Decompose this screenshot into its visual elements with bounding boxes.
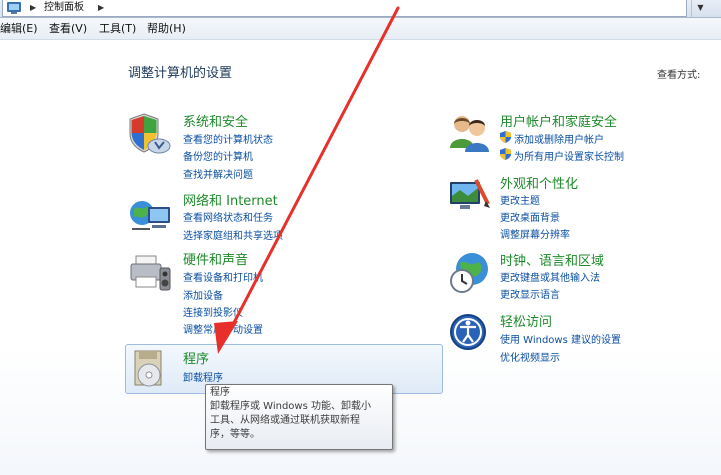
link-mobility-settings[interactable]: 调整常用移动设置 (183, 321, 263, 336)
link-add-device[interactable]: 添加设备 (183, 287, 223, 302)
address-box[interactable]: ▶ 控制面板 ▶ (2, 0, 687, 17)
control-panel-content: 调整计算机的设置 查看方式: 系统和安全 查看您的计算机状态 备份您的计算机 查… (0, 40, 721, 475)
link-windows-recommended-settings[interactable]: 使用 Windows 建议的设置 (500, 331, 621, 346)
printer-icon[interactable] (128, 250, 172, 294)
breadcrumb-control-panel[interactable]: 控制面板 (44, 0, 84, 16)
link-homegroup-sharing[interactable]: 选择家庭组和共享选项 (183, 227, 283, 242)
view-by-label[interactable]: 查看方式: (657, 66, 700, 81)
category-system-security[interactable]: 系统和安全 (183, 111, 248, 130)
link-display-language[interactable]: 更改显示语言 (500, 286, 560, 301)
uac-shield-icon (500, 148, 511, 160)
tooltip-line: 工具、从网络或通过联机获取新程 (210, 415, 360, 426)
address-dropdown-button[interactable]: ▼ (691, 0, 709, 17)
link-parental-controls[interactable]: 为所有用户设置家长控制 (514, 148, 624, 163)
category-clock-language-region[interactable]: 时钟、语言和区域 (500, 250, 604, 269)
link-desktop-background[interactable]: 更改桌面背景 (500, 209, 560, 224)
link-connect-projector[interactable]: 连接到投影仪 (183, 304, 243, 319)
tooltip-line: 序，等等。 (210, 429, 260, 440)
menu-view[interactable]: 查看(V) (49, 18, 87, 40)
link-optimize-video-display[interactable]: 优化视频显示 (500, 349, 560, 364)
tooltip-line: 卸载程序或 Windows 功能、卸载小 (210, 401, 371, 412)
category-programs[interactable]: 程序 (183, 348, 209, 367)
uac-shield-icon (500, 131, 511, 143)
breadcrumb-separator[interactable]: ▶ (98, 0, 104, 16)
category-network-internet[interactable]: 网络和 Internet (183, 190, 278, 209)
link-keyboard-input[interactable]: 更改键盘或其他输入法 (500, 269, 600, 284)
network-globe-icon[interactable] (128, 191, 172, 235)
ease-of-access-icon[interactable] (448, 312, 492, 356)
menu-help[interactable]: 帮助(H) (147, 18, 186, 40)
users-icon[interactable] (448, 112, 492, 156)
link-screen-resolution[interactable]: 调整屏幕分辨率 (500, 226, 570, 241)
link-add-remove-accounts[interactable]: 添加或删除用户帐户 (514, 131, 604, 146)
control-panel-icon (7, 2, 21, 14)
link-troubleshoot[interactable]: 查找并解决问题 (183, 166, 253, 181)
link-view-computer-status[interactable]: 查看您的计算机状态 (183, 131, 273, 146)
breadcrumb-separator[interactable]: ▶ (30, 0, 36, 16)
link-devices-printers[interactable]: 查看设备和打印机 (183, 269, 263, 284)
address-bar: ▶ 控制面板 ▶ ▼ (0, 0, 721, 18)
category-appearance[interactable]: 外观和个性化 (500, 173, 578, 192)
page-title: 调整计算机的设置 (128, 66, 233, 81)
link-change-theme[interactable]: 更改主题 (500, 192, 540, 207)
link-uninstall-program[interactable]: 卸载程序 (183, 369, 223, 384)
clock-globe-icon[interactable] (448, 251, 492, 295)
link-backup-computer[interactable]: 备份您的计算机 (183, 148, 253, 163)
category-user-accounts[interactable]: 用户帐户和家庭安全 (500, 111, 617, 130)
tooltip-title: 程序 (210, 387, 230, 398)
display-paint-icon[interactable] (448, 174, 492, 218)
link-network-status[interactable]: 查看网络状态和任务 (183, 209, 273, 224)
category-ease-of-access[interactable]: 轻松访问 (500, 311, 552, 330)
menu-edit[interactable]: 编辑(E) (0, 18, 38, 40)
category-hardware-sound[interactable]: 硬件和声音 (183, 249, 248, 268)
menu-tools[interactable]: 工具(T) (99, 18, 136, 40)
menu-bar: 编辑(E) 查看(V) 工具(T) 帮助(H) (0, 18, 721, 40)
programs-disc-icon[interactable] (129, 347, 173, 391)
shield-icon[interactable] (128, 112, 172, 156)
programs-tooltip: 程序 卸载程序或 Windows 功能、卸载小 工具、从网络或通过联机获取新程 … (205, 384, 393, 450)
